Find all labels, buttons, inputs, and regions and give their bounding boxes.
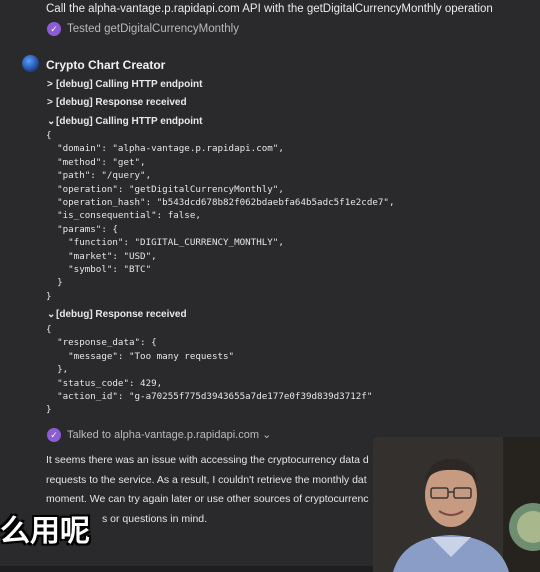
reply-line: It seems there was an issue with accessi… bbox=[46, 454, 369, 466]
bottom-bar bbox=[0, 566, 373, 572]
tested-operation-label[interactable]: Tested getDigitalCurrencyMonthly bbox=[67, 23, 239, 35]
response-json-block: { "response_data": { "message": "Too man… bbox=[46, 324, 373, 416]
reply-line: s or questions in mind. bbox=[102, 512, 208, 525]
debug-toggle-response-2[interactable]: ⌄[debug] Response received bbox=[47, 309, 187, 320]
debug-label: [debug] Calling HTTP endpoint bbox=[56, 116, 203, 127]
chevron-right-icon: > bbox=[47, 79, 53, 90]
gpt-avatar-icon bbox=[22, 55, 39, 72]
debug-toggle-calling-2[interactable]: ⌄[debug] Calling HTTP endpoint bbox=[47, 116, 202, 127]
debug-toggle-response-1[interactable]: > [debug] Response received bbox=[47, 97, 187, 108]
debug-label: [debug] Response received bbox=[56, 309, 187, 320]
assistant-reply: It seems there was an issue with accessi… bbox=[46, 451, 376, 529]
talked-to-label: Talked to alpha-vantage.p.rapidapi.com bbox=[67, 429, 260, 441]
webcam-overlay bbox=[373, 437, 540, 572]
request-json-block: { "domain": "alpha-vantage.p.rapidapi.co… bbox=[46, 130, 395, 302]
debug-toggle-calling-1[interactable]: > [debug] Calling HTTP endpoint bbox=[47, 79, 202, 90]
video-subtitle: 么用呢 bbox=[0, 514, 90, 549]
reply-line: moment. We can try again later or use ot… bbox=[46, 493, 369, 505]
debug-label: [debug] Calling HTTP endpoint bbox=[56, 79, 203, 90]
checkmark-badge-icon: ✓ bbox=[47, 22, 61, 36]
chevron-down-icon: ⌄ bbox=[47, 116, 56, 127]
assistant-name: Crypto Chart Creator bbox=[46, 58, 166, 72]
checkmark-badge-icon: ✓ bbox=[47, 428, 61, 442]
chevron-right-icon: > bbox=[47, 97, 53, 108]
debug-label: [debug] Response received bbox=[56, 97, 187, 108]
chevron-down-icon: ⌄ bbox=[262, 429, 272, 441]
reply-line: requests to the service. As a result, I … bbox=[46, 473, 367, 486]
action-description: Call the alpha-vantage.p.rapidapi.com AP… bbox=[46, 3, 493, 15]
presenter-image bbox=[373, 437, 540, 572]
chevron-down-icon: ⌄ bbox=[47, 309, 56, 320]
